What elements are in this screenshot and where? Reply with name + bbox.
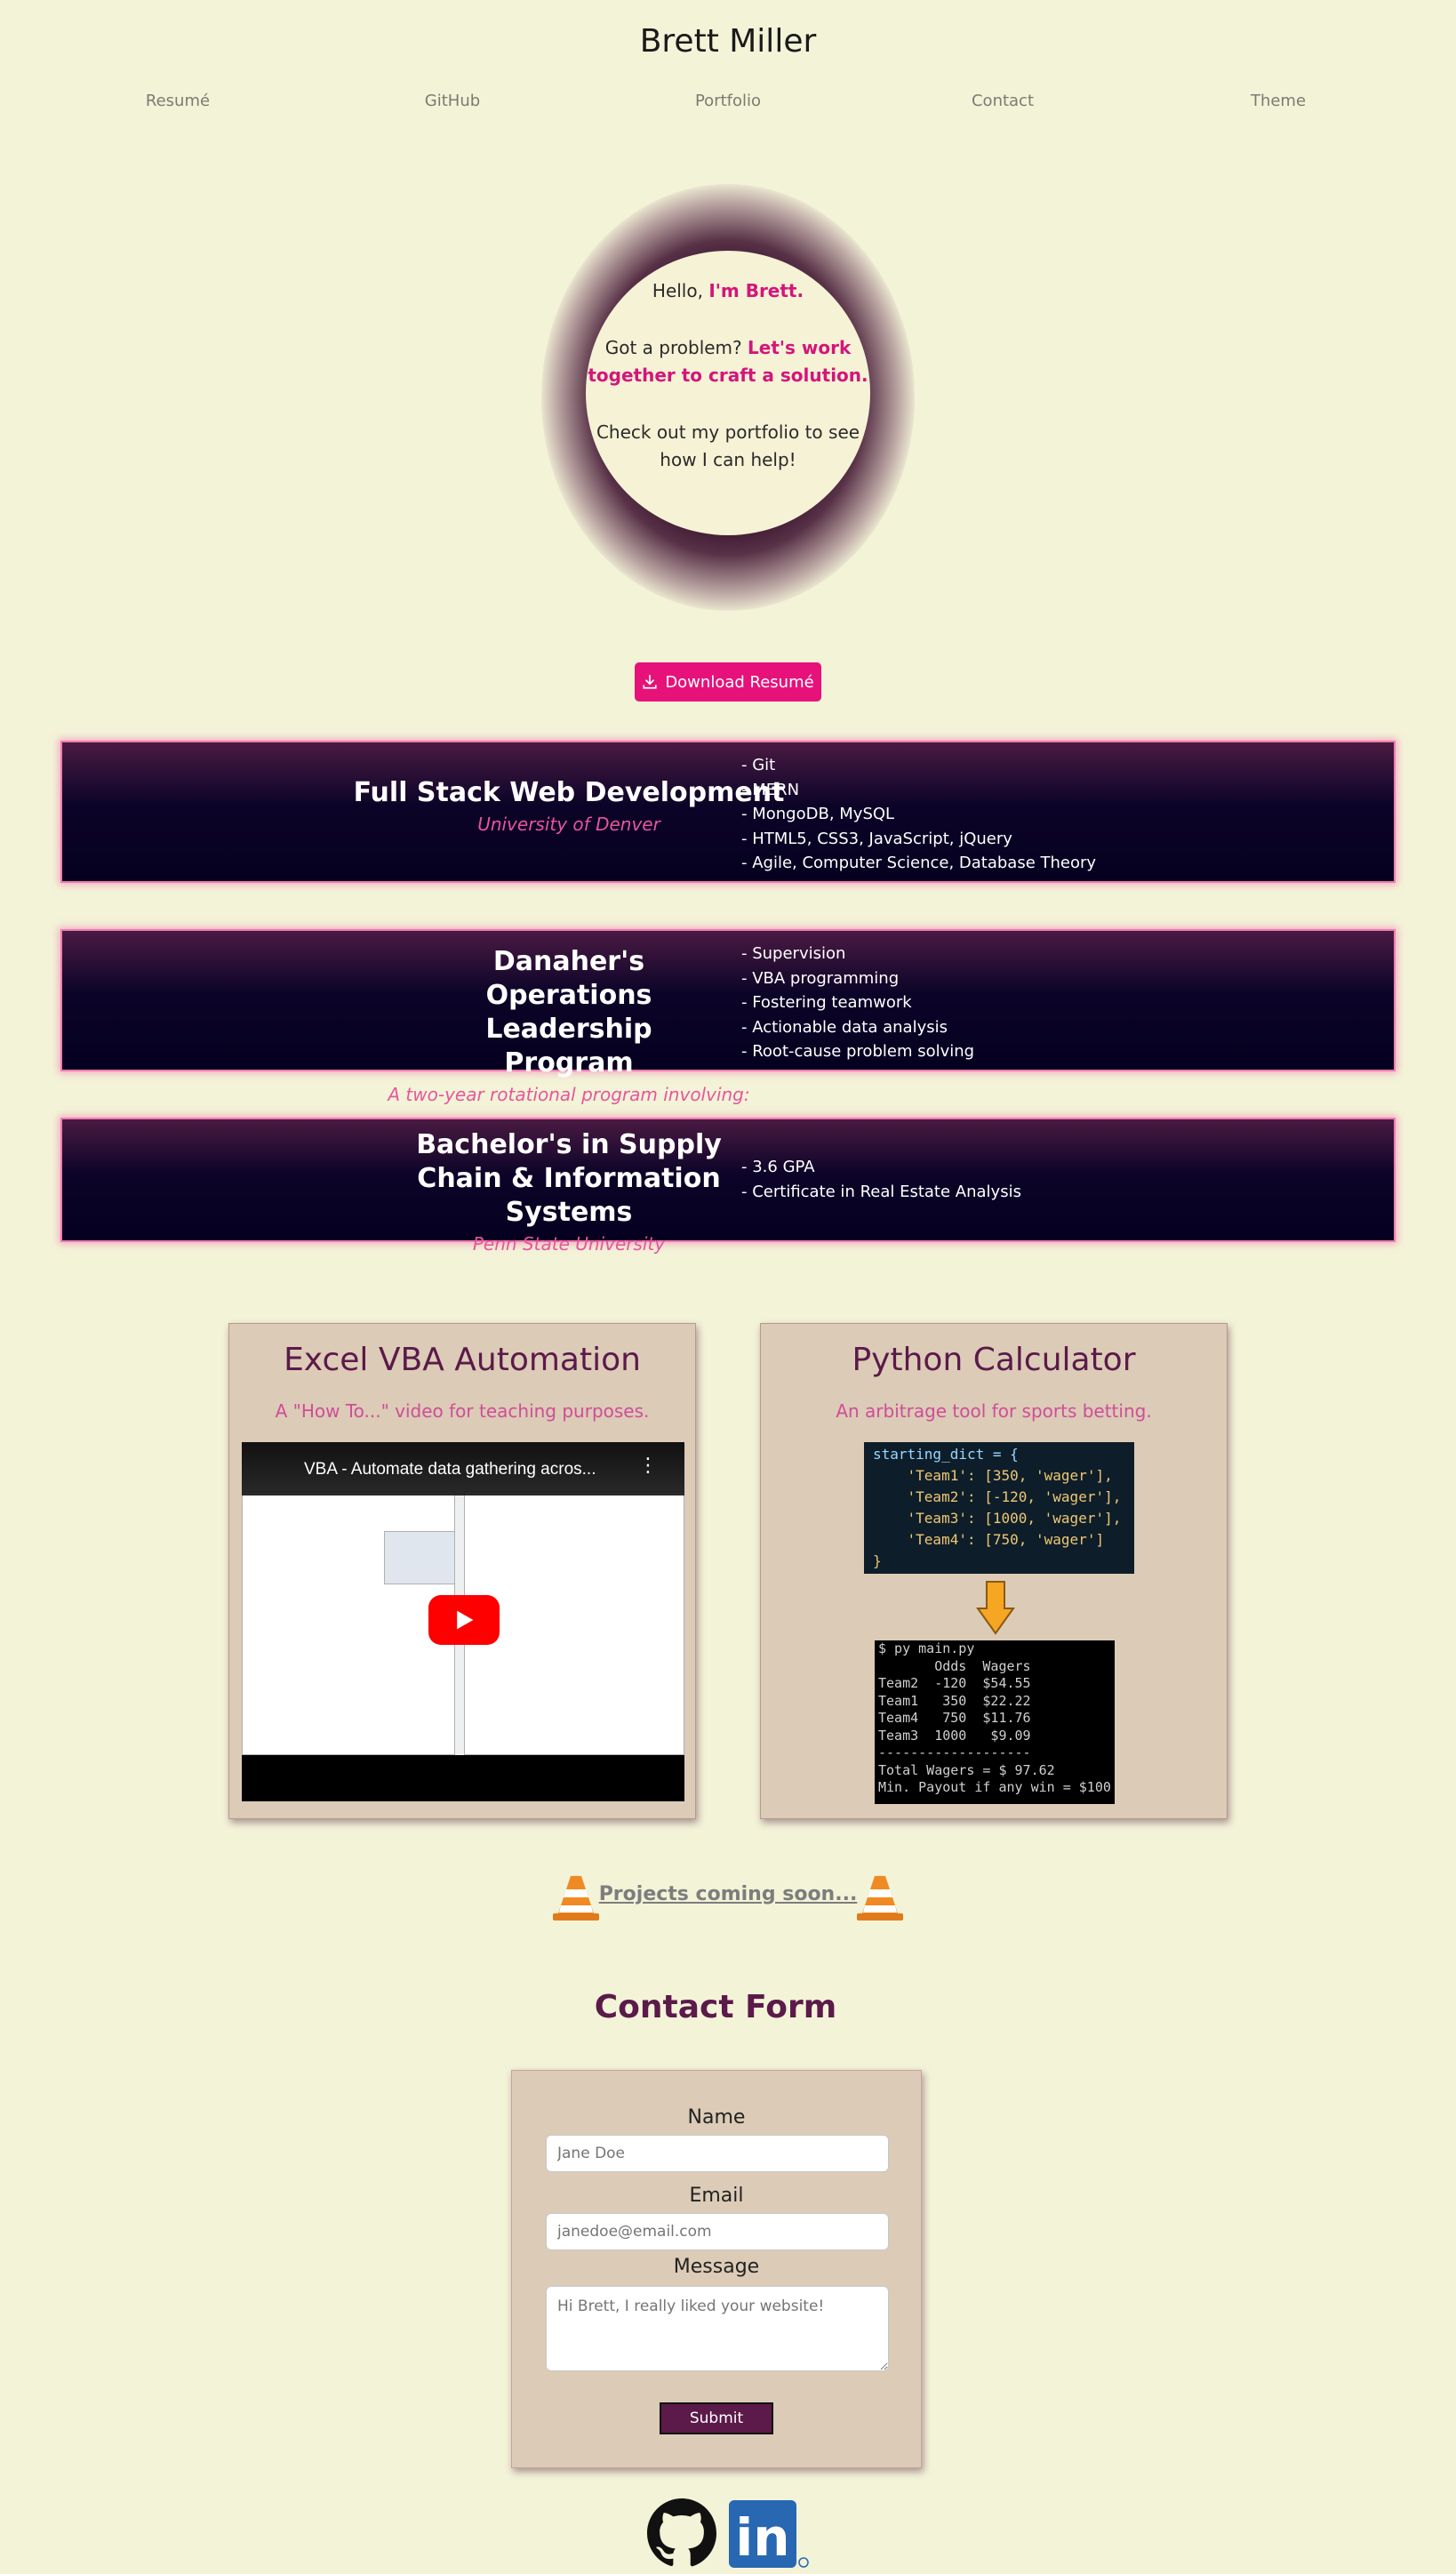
code-line: starting_dict = { [873,1446,1019,1463]
project-title: Excel VBA Automation [284,1342,641,1378]
hero-greeting: Hello, I'm Brett. [652,280,804,301]
email-label: Email [689,2185,744,2207]
linkedin-icon: in [729,2500,809,2568]
contact-form-heading: Contact Form [594,1989,837,2025]
arrow-down-icon [976,1581,1015,1635]
code-line: } [873,1552,882,1569]
code-line: 'Team2': [-120, 'wager'], [873,1488,1122,1505]
terminal-output: $ py main.py Odds Wagers Team2 -120 $54.… [875,1640,1115,1804]
terminal-line: Min. Payout if any win = $100 [878,1779,1111,1795]
terminal-line: $ py main.py [878,1640,975,1656]
linkedin-link[interactable]: in [729,2500,809,2571]
experience-item: - Supervision [741,944,846,963]
traffic-cone-icon [857,1876,903,1920]
contact-form: Name Email Message Submit [511,2070,922,2468]
experience-card-web-dev: Full Stack Web Development University of… [60,741,1396,883]
name-label: Name [687,2106,746,2129]
play-icon [457,1610,474,1630]
code-line: 'Team3': [1000, 'wager'], [873,1510,1122,1527]
project-subtitle: An arbitrage tool for sports betting. [836,1400,1152,1422]
github-icon [647,2498,717,2567]
project-subtitle: A "How To..." video for teaching purpose… [275,1400,650,1422]
nav-github-link[interactable]: GitHub [364,92,541,110]
message-label: Message [673,2256,760,2278]
terminal-line: Team4 750 $11.76 [878,1710,1031,1726]
terminal-line: Team3 1000 $9.09 [878,1727,1031,1744]
experience-subtitle: Penn State University [472,1233,666,1255]
experience-item: - Git [741,756,776,774]
experience-item: - Fostering teamwork [741,993,912,1012]
hero-intro-circle: Hello, I'm Brett. Got a problem? Let's w… [586,251,870,535]
youtube-video-player[interactable]: VBA - Automate data gathering acros... ⋮ [242,1442,684,1801]
experience-item: - Actionable data analysis [741,1017,948,1037]
experience-item: - Agile, Computer Science, Database Theo… [741,854,1097,872]
experience-card-bachelors: Bachelor's in Supply Chain & Information… [60,1118,1396,1255]
terminal-line: ------------------- [878,1744,1031,1760]
terminal-line: Odds Wagers [878,1657,1031,1674]
terminal-line: Team2 -120 $54.55 [878,1675,1031,1691]
name-input[interactable] [546,2135,889,2172]
nav-resume-link[interactable]: Resumé [89,92,267,110]
linkedin-icon-text: in [735,2507,789,2568]
video-title: VBA - Automate data gathering acros... [304,1460,596,1479]
code-line: 'Team4': [750, 'wager'] [873,1531,1105,1548]
terminal-line: Team1 350 $22.22 [878,1692,1031,1709]
code-snippet: starting_dict = { 'Team1': [350, 'wager'… [864,1442,1134,1574]
github-link[interactable] [647,2498,717,2571]
youtube-play-button[interactable] [428,1595,500,1645]
experience-item: - VBA programming [741,968,900,988]
experience-item: - Root-cause problem solving [741,1042,975,1061]
hero-cta-text: Check out my portfolio to see how I can … [596,421,860,470]
nav-contact-link[interactable]: Contact [914,92,1092,110]
experience-card-danaher: Danaher's Operations Leadership Program … [60,929,1396,1105]
project-card-python: Python Calculator An arbitrage tool for … [760,1323,1228,1819]
project-title: Python Calculator [852,1342,1136,1378]
site-title: Brett Miller [639,23,817,60]
experience-item: - MongoDB, MySQL [741,805,895,823]
experience-item: - MERN [741,780,800,799]
experience-subtitle: A two-year rotational program involving: [388,1084,750,1105]
experience-item: - HTML5, CSS3, JavaScript, jQuery [741,829,1012,848]
message-textarea[interactable] [546,2286,889,2371]
code-line: 'Team1': [350, 'wager'], [873,1467,1113,1484]
terminal-line: Total Wagers = $ 97.62 [878,1761,1055,1778]
email-input[interactable] [546,2213,889,2250]
map-thumbnail [384,1531,455,1584]
submit-button[interactable]: Submit [660,2402,773,2434]
hero-pitch: Got a problem? Let's work together to cr… [588,337,868,386]
nav-theme-link[interactable]: Theme [1189,92,1367,110]
download-resume-button[interactable]: Download Resumé [635,662,821,702]
project-card-vba: Excel VBA Automation A "How To..." video… [228,1323,696,1819]
download-icon [643,675,657,689]
experience-item: - 3.6 GPA [741,1158,815,1176]
projects-coming-soon-link[interactable]: Projects coming soon... [0,1883,1456,1905]
nav-portfolio-link[interactable]: Portfolio [639,92,817,110]
experience-item: - Certificate in Real Estate Analysis [741,1182,1021,1201]
video-menu-icon[interactable]: ⋮ [638,1455,658,1477]
